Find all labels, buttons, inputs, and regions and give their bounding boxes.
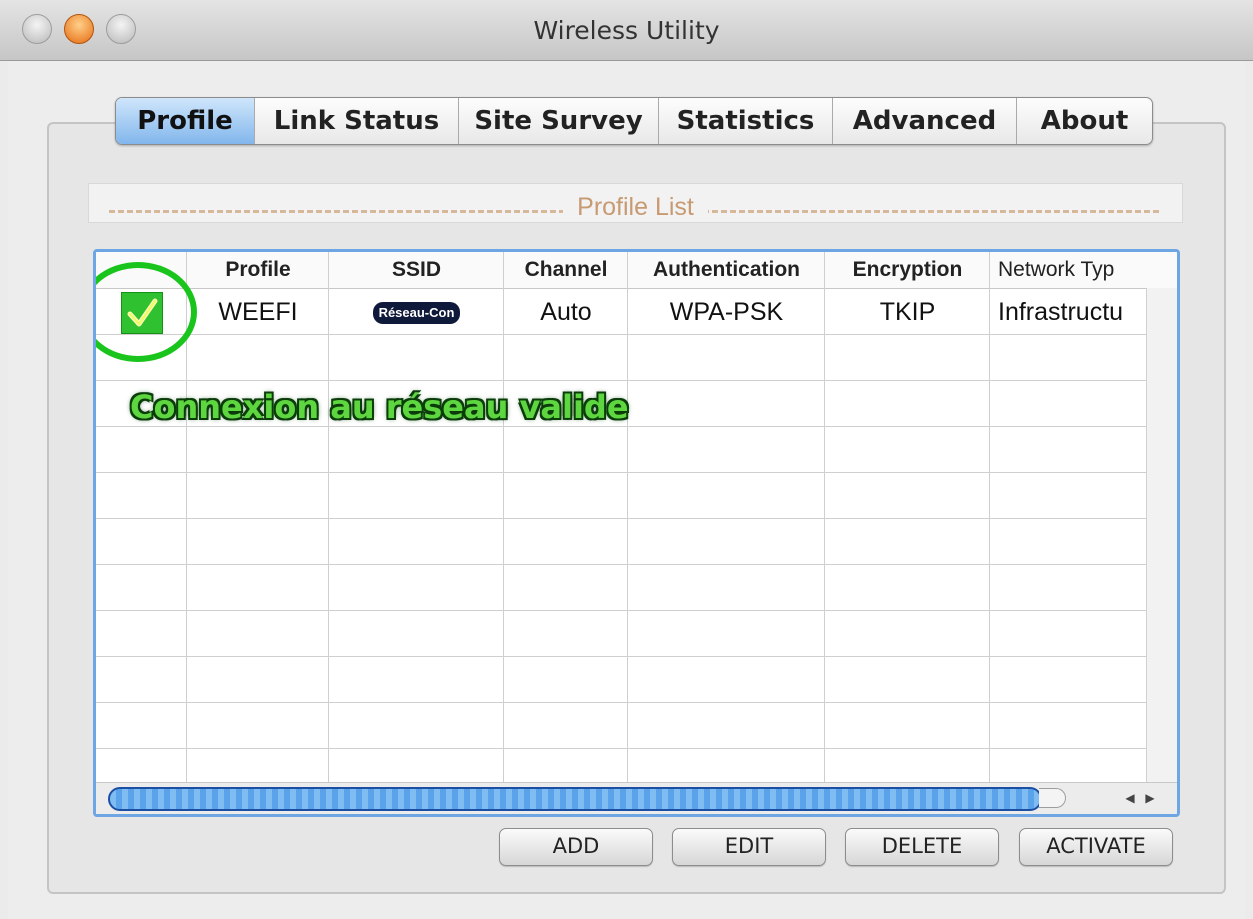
scroll-left-icon[interactable]: ◀ (1122, 789, 1138, 807)
table-header: Profile SSID Channel Authentication Encr… (96, 252, 1177, 289)
wireless-utility-window: Wireless Utility Profile Link Status Sit… (0, 0, 1253, 919)
tab-about[interactable]: About (1017, 98, 1152, 144)
column-header-ssid[interactable]: SSID (329, 252, 504, 288)
tab-profile[interactable]: Profile (116, 98, 255, 144)
vertical-scrollbar[interactable] (1146, 288, 1177, 782)
column-header-profile[interactable]: Profile (187, 252, 329, 288)
tab-advanced[interactable]: Advanced (833, 98, 1017, 144)
horizontal-scrollbar[interactable]: ◀ ▶ (96, 782, 1177, 814)
ssid-badge: Réseau-Con (372, 302, 461, 325)
tab-bar: Profile Link Status Site Survey Statisti… (115, 97, 1153, 145)
table-cell-profile[interactable]: WEEFI (187, 289, 329, 335)
tab-site-survey[interactable]: Site Survey (459, 98, 659, 144)
add-button[interactable]: ADD (499, 828, 653, 866)
table-cell-channel[interactable]: Auto (504, 289, 628, 335)
activate-button[interactable]: ACTIVATE (1019, 828, 1173, 866)
profile-table: Profile SSID Channel Authentication Encr… (93, 249, 1180, 817)
edit-button[interactable]: EDIT (672, 828, 826, 866)
profile-list-title: Profile List (563, 193, 708, 221)
scroll-track-end (1039, 788, 1066, 808)
table-cell-encryption[interactable]: TKIP (825, 289, 990, 335)
table-cell-authentication[interactable]: WPA-PSK (628, 289, 825, 335)
column-header-network-type[interactable]: Network Typ (990, 252, 1146, 288)
scroll-right-icon[interactable]: ▶ (1142, 789, 1158, 807)
delete-button[interactable]: DELETE (845, 828, 999, 866)
title-bar: Wireless Utility (0, 0, 1253, 61)
column-header-authentication[interactable]: Authentication (628, 252, 825, 288)
table-cell-network-type[interactable]: Infrastructu (990, 289, 1146, 335)
scroll-thumb[interactable] (108, 787, 1042, 811)
tab-link-status[interactable]: Link Status (255, 98, 459, 144)
column-header-channel[interactable]: Channel (504, 252, 628, 288)
connection-valid-annotation: Connexion au réseau valide (130, 388, 629, 426)
profile-list-header: Profile List (88, 183, 1183, 223)
window-title: Wireless Utility (533, 16, 720, 45)
column-header-encryption[interactable]: Encryption (825, 252, 990, 288)
tab-statistics[interactable]: Statistics (659, 98, 833, 144)
table-cell-ssid[interactable]: Réseau-Con (329, 289, 504, 335)
